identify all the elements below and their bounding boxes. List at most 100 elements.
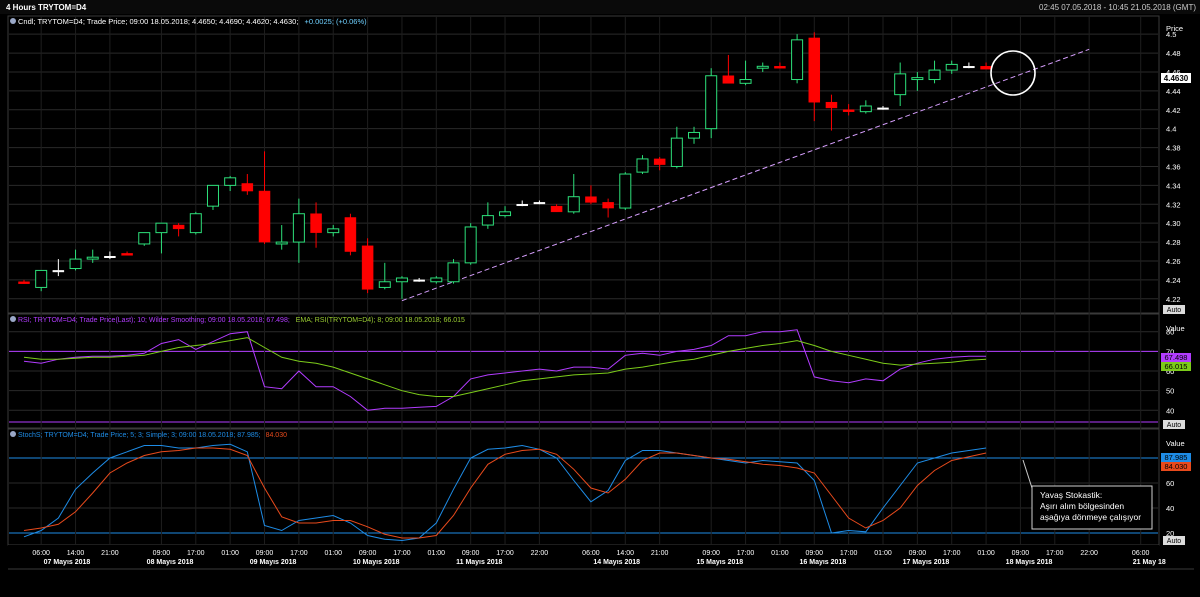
candle-body-up xyxy=(499,211,512,217)
time-tick-label: 21:00 xyxy=(651,550,669,557)
rsi-tick-label: 40 xyxy=(1166,406,1174,415)
candle-body-up xyxy=(430,277,443,283)
candle-body-up xyxy=(447,262,460,283)
time-tick-label: 22:00 xyxy=(531,550,549,557)
time-tick-label: 17:00 xyxy=(840,550,858,557)
time-tick-label: 22:00 xyxy=(1080,550,1098,557)
candle-body-up xyxy=(791,39,804,81)
price-tick-label: 4.22 xyxy=(1166,295,1181,304)
candle-body-down xyxy=(344,217,357,252)
candle-body-up xyxy=(189,213,202,234)
chart-window: { "header": {"title": "4 Hours TRYTOM=D4… xyxy=(0,0,1200,597)
time-tick-label: 17:00 xyxy=(290,550,308,557)
time-tick-label: 17:00 xyxy=(737,550,755,557)
time-tick-label: 09:00 xyxy=(462,550,480,557)
stoch-axis-title: Value xyxy=(1166,439,1185,448)
price-tick-label: 4.30 xyxy=(1166,219,1181,228)
candle-body-down xyxy=(653,158,666,165)
candle-body-down xyxy=(18,281,30,284)
candle-body-up xyxy=(739,79,752,84)
candle-body-down xyxy=(310,213,322,233)
candle-body-up xyxy=(894,73,907,96)
time-tick-label: 17:00 xyxy=(496,550,514,557)
candle-body-down xyxy=(516,204,528,207)
day-label: 11 Mayıs 2018 xyxy=(456,559,502,566)
day-label: 09 Mayıs 2018 xyxy=(250,559,297,566)
candle-body-down xyxy=(585,196,597,203)
date-range: 02:45 07.05.2018 - 10:45 21.05.2018 (GMT… xyxy=(1039,3,1196,12)
price-auto-label: Auto xyxy=(1167,307,1182,314)
candle-body-up xyxy=(670,137,683,167)
candle-body-up xyxy=(69,258,82,270)
day-label: 10 Mayıs 2018 xyxy=(353,559,400,566)
time-tick-label: 01:00 xyxy=(977,550,995,557)
candle-body-down xyxy=(877,107,889,110)
time-tick-label: 21:00 xyxy=(101,550,119,557)
rsi-tick-label: 50 xyxy=(1166,387,1174,396)
candle-body-up xyxy=(619,173,632,209)
price-tick-label: 4.48 xyxy=(1166,49,1181,58)
last-price-label: 4.4630 xyxy=(1164,74,1189,83)
candle-body-up xyxy=(327,228,340,234)
candle-body-up xyxy=(859,105,872,113)
candle-body-down xyxy=(980,66,992,70)
window-title: 4 Hours TRYTOM=D4 xyxy=(6,3,87,12)
rsi-auto-label: Auto xyxy=(1167,422,1182,429)
candle-body-down xyxy=(258,190,271,243)
candle-body-down xyxy=(361,245,374,290)
price-tick-label: 4.42 xyxy=(1166,106,1181,115)
ema-legend-text: EMA; RSI(TRYTOM=D4); 8; 09:00 18.05.2018… xyxy=(296,317,465,324)
price-tick-label: 4.4 xyxy=(1166,125,1176,134)
stoch-auto-label: Auto xyxy=(1167,538,1182,545)
day-label: 18 Mayıs 2018 xyxy=(1006,559,1053,566)
stoch-legend-text: StochS; TRYTOM=D4; Trade Price; 5; 3; Si… xyxy=(18,432,261,439)
candle-body-up xyxy=(206,184,219,207)
candle-body-up xyxy=(275,241,288,245)
day-label: 17 Mayıs 2018 xyxy=(903,559,950,566)
legend-marker-icon xyxy=(10,18,16,24)
candle-body-up xyxy=(567,196,580,213)
candle-body-up xyxy=(928,69,941,81)
candle-body-up xyxy=(945,63,958,71)
candle-body-down xyxy=(413,279,425,282)
time-tick-label: 17:00 xyxy=(393,550,411,557)
candle-body-down xyxy=(241,183,254,192)
time-tick-label: 01:00 xyxy=(874,550,892,557)
rsi-legend: RSI; TRYTOM=D4; Trade Price(Last); 10; W… xyxy=(18,317,465,324)
time-tick-label: 09:00 xyxy=(909,550,927,557)
candle-body-down xyxy=(825,101,838,109)
price-tick-label: 4.38 xyxy=(1166,144,1181,153)
stoch-d-last-label: 84.030 xyxy=(1165,462,1188,471)
day-label: 21 May 18 xyxy=(1133,559,1166,566)
candle-body-up xyxy=(35,269,48,288)
time-tick-label: 09:00 xyxy=(702,550,720,557)
price-legend: Cndl; TRYTOM=D4; Trade Price; 09:00 18.0… xyxy=(18,17,367,26)
stoch-legend: StochS; TRYTOM=D4; Trade Price; 5; 3; Si… xyxy=(18,432,287,439)
candle-body-down xyxy=(52,270,65,273)
time-tick-label: 09:00 xyxy=(153,550,171,557)
candle-body-up xyxy=(395,277,408,283)
rsi-tick-label: 80 xyxy=(1166,328,1174,337)
time-tick-label: 01:00 xyxy=(428,550,446,557)
candle-body-down xyxy=(963,66,975,69)
day-label: 08 Mayıs 2018 xyxy=(147,559,194,566)
candle-body-down xyxy=(533,202,546,205)
time-tick-label: 06:00 xyxy=(1132,550,1150,557)
candle-body-up xyxy=(688,131,701,139)
annotation-line1: Yavaş Stokastik: xyxy=(1040,490,1102,500)
chart-canvas: 4 Hours TRYTOM=D4 02:45 07.05.2018 - 10:… xyxy=(0,0,1200,570)
price-tick-label: 4.36 xyxy=(1166,162,1181,171)
ema-last-label: 66.015 xyxy=(1165,362,1188,371)
header-bar xyxy=(0,0,1200,14)
time-tick-label: 09:00 xyxy=(359,550,377,557)
day-label: 16 Mayıs 2018 xyxy=(800,559,847,566)
rsi-legend-text: RSI; TRYTOM=D4; Trade Price(Last); 10; W… xyxy=(18,317,290,324)
stoch-tick-label: 60 xyxy=(1166,479,1174,488)
annotation-line2: Aşırı alım bölgesinden xyxy=(1040,501,1124,511)
rsi-last-label: 67.498 xyxy=(1165,353,1188,362)
candle-body-up xyxy=(756,65,769,69)
time-tick-label: 01:00 xyxy=(324,550,342,557)
time-tick-label: 09:00 xyxy=(806,550,824,557)
candle-body-down xyxy=(722,75,735,84)
legend-marker-icon xyxy=(10,431,16,437)
